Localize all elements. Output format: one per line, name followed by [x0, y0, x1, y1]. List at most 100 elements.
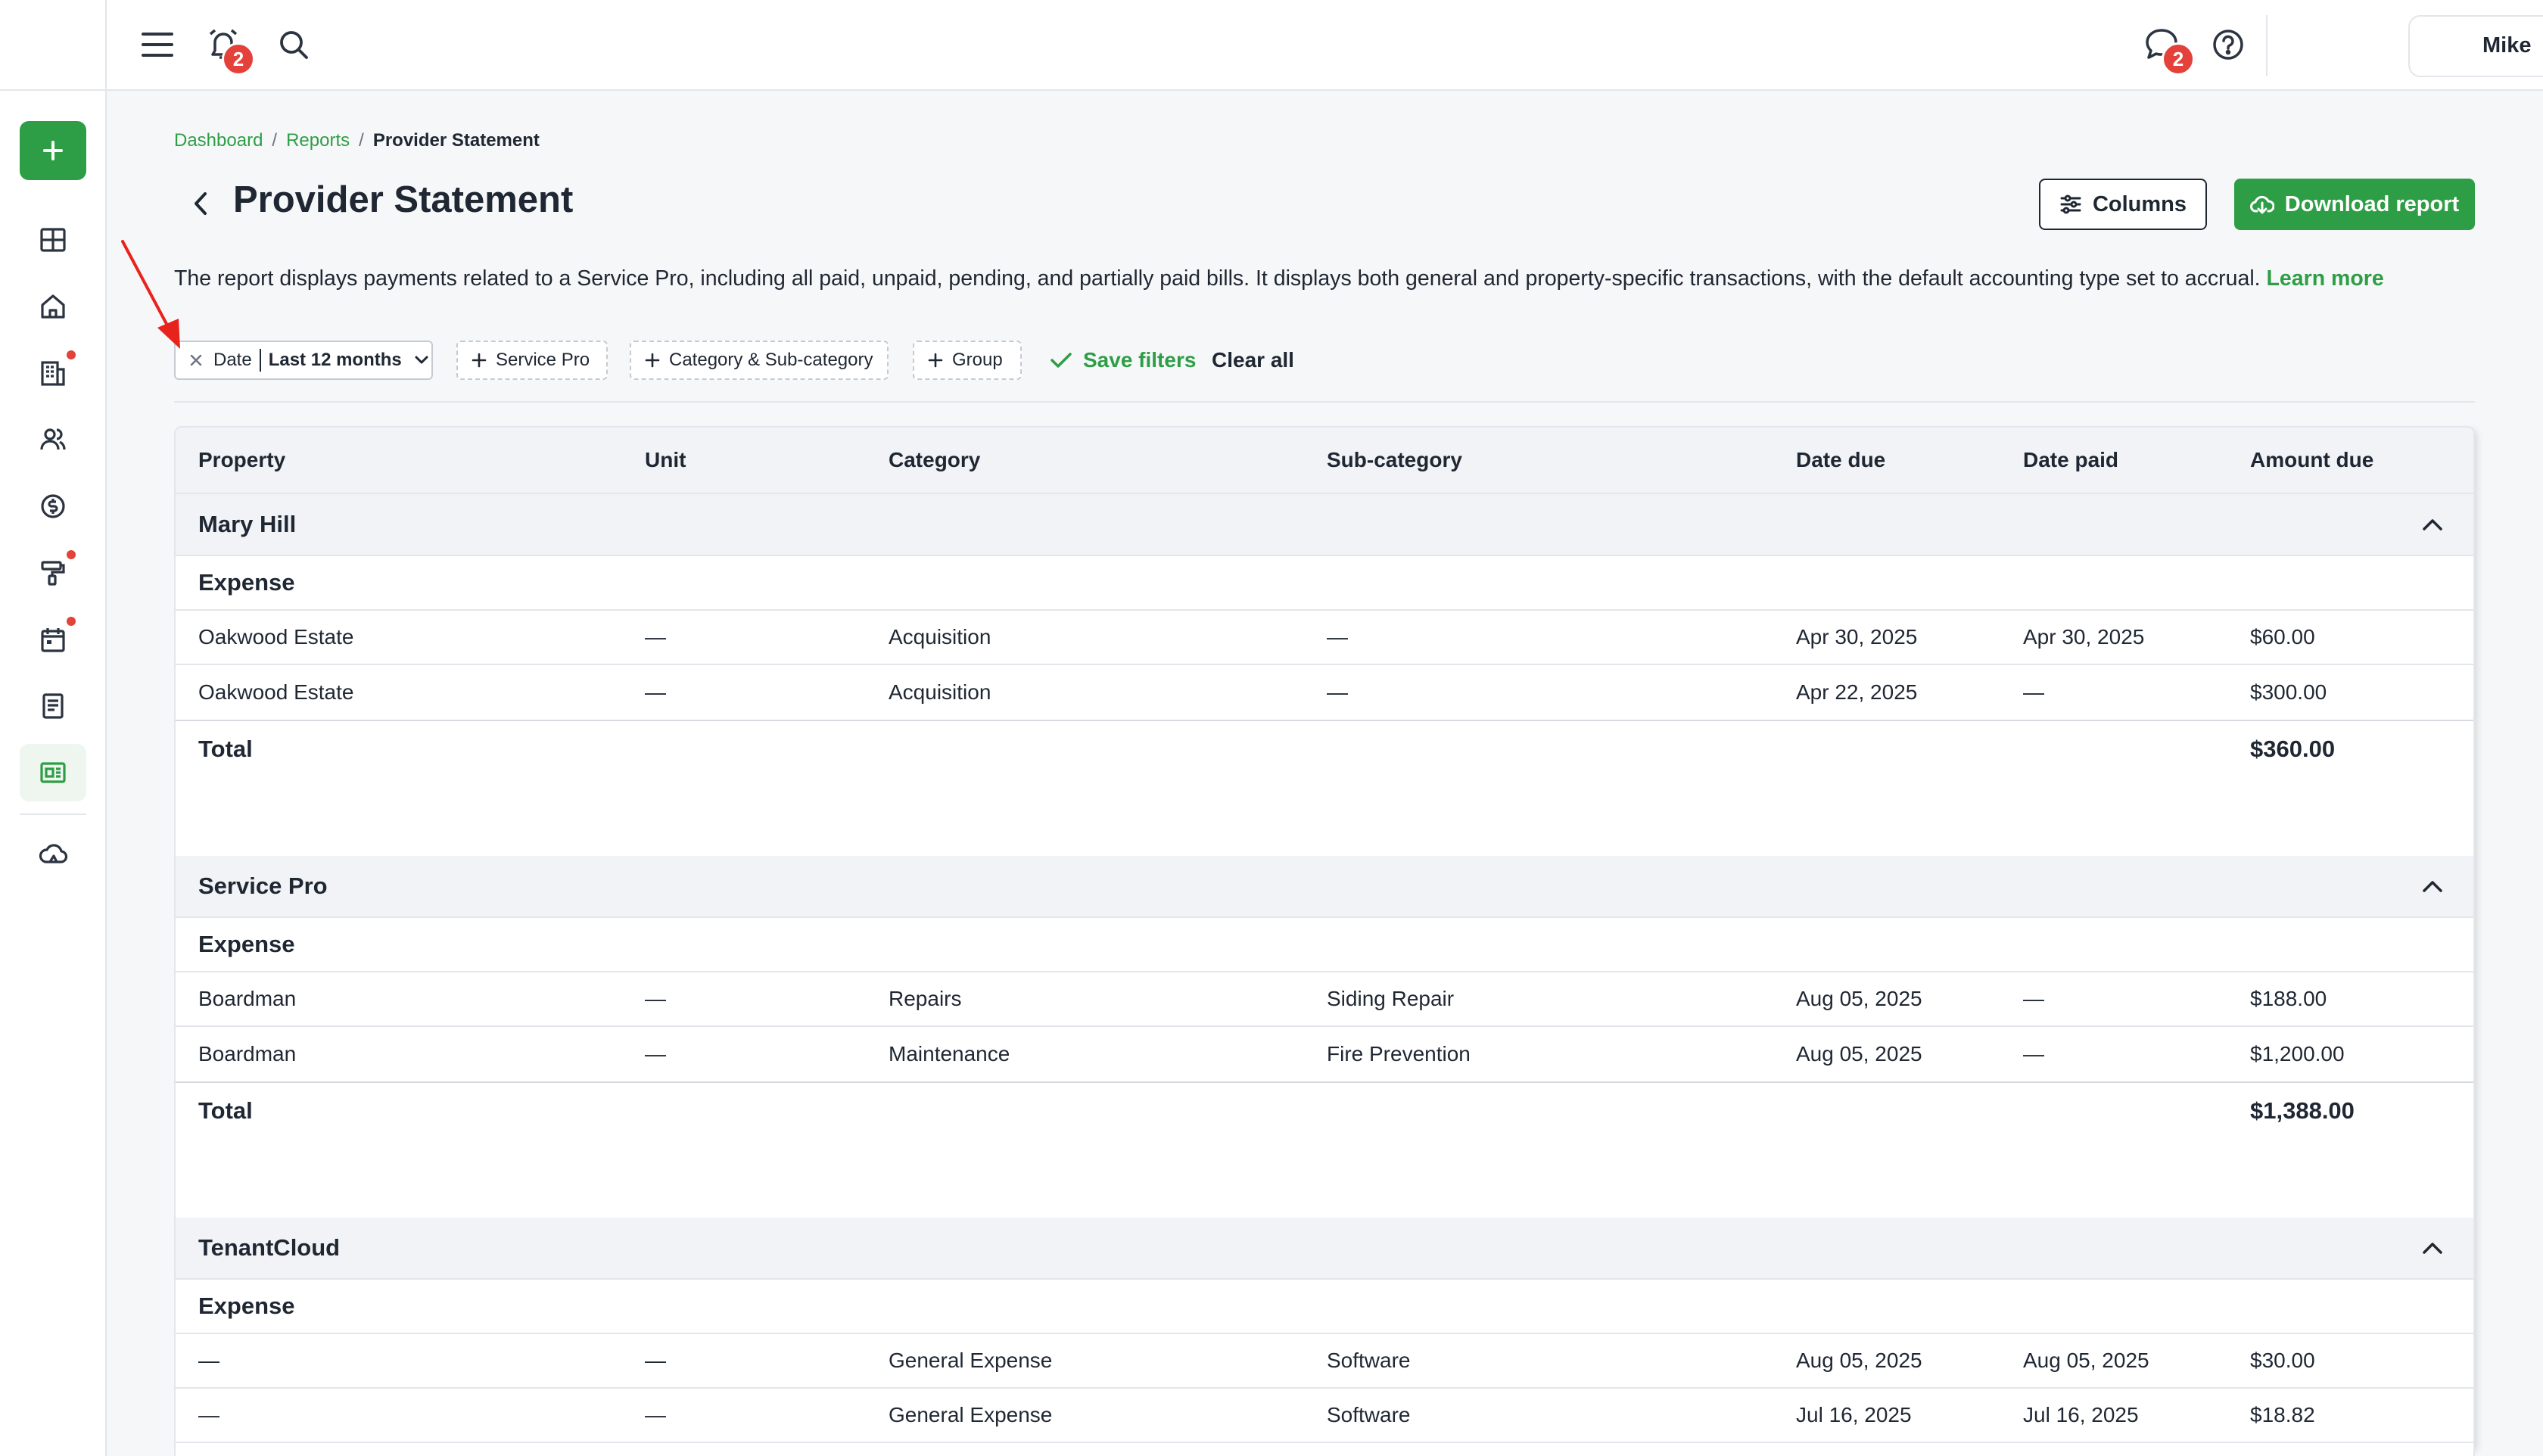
- sidebar-item-calendar[interactable]: [20, 611, 86, 668]
- people-icon: [40, 428, 66, 450]
- cell-category: General Expense: [889, 1403, 1053, 1426]
- cell-amount-due: $188.00: [2250, 987, 2327, 1010]
- cell-date-paid: —: [2023, 1042, 2044, 1066]
- sidebar-item-properties[interactable]: [20, 278, 86, 335]
- table-row[interactable]: Boardman — Repairs Siding Repair Aug 05,…: [176, 972, 2473, 1027]
- cell-date-due: Apr 22, 2025: [1796, 680, 1918, 704]
- filter-chip-label: Service Pro: [496, 350, 590, 370]
- chat-badge: 2: [2162, 42, 2195, 76]
- clear-all-button[interactable]: Clear all: [1212, 344, 1294, 377]
- alarm-badge: 2: [222, 42, 255, 76]
- column-header-category[interactable]: Category: [889, 428, 980, 493]
- breadcrumb-dashboard[interactable]: Dashboard: [174, 130, 263, 151]
- breadcrumb-separator: /: [359, 130, 364, 151]
- breadcrumb-reports[interactable]: Reports: [286, 130, 350, 151]
- save-filters-button[interactable]: Save filters: [1050, 344, 1196, 377]
- cell-date-due: Apr 30, 2025: [1796, 625, 1918, 649]
- sidebar-divider-top: [0, 89, 107, 91]
- dashboard-grid-icon: [40, 228, 66, 252]
- total-amount: $1,388.00: [2250, 1097, 2355, 1124]
- section-label: Expense: [198, 931, 295, 957]
- sidebar-item-maintenance[interactable]: [20, 544, 86, 602]
- cell-date-due: Aug 05, 2025: [1796, 1042, 1922, 1066]
- cell-amount-due: $1,200.00: [2250, 1042, 2345, 1066]
- chevron-down-icon: [415, 356, 428, 364]
- chat-button[interactable]: 2: [2142, 24, 2195, 76]
- sidebar-item-reports[interactable]: [20, 744, 86, 801]
- column-header-unit[interactable]: Unit: [645, 428, 686, 493]
- cell-amount-due: $300.00: [2250, 680, 2327, 704]
- search-button[interactable]: [275, 26, 313, 64]
- sidebar-item-documents[interactable]: [20, 677, 86, 735]
- home-icon: [41, 294, 65, 319]
- filter-chip-label: Group: [952, 350, 1003, 370]
- add-service-pro-filter[interactable]: Service Pro: [456, 341, 608, 380]
- help-circle-icon: [2213, 30, 2243, 60]
- add-group-filter[interactable]: Group: [913, 341, 1022, 380]
- chevron-up-icon: [2423, 1243, 2442, 1254]
- cell-property: Boardman: [198, 987, 297, 1010]
- columns-button[interactable]: Columns: [2039, 179, 2207, 230]
- sidebar-item-people[interactable]: [20, 411, 86, 468]
- group-header[interactable]: TenantCloud: [176, 1218, 2473, 1280]
- section-row: Expense: [176, 556, 2473, 611]
- sliders-icon: [2060, 194, 2081, 214]
- cell-unit: —: [645, 680, 666, 704]
- column-header-sub-category[interactable]: Sub-category: [1327, 428, 1462, 493]
- column-header-property[interactable]: Property: [198, 428, 285, 493]
- close-icon[interactable]: [189, 353, 203, 367]
- add-new-button[interactable]: [20, 121, 86, 180]
- report-table: Property Unit Category Sub-category Date…: [174, 426, 2475, 1456]
- alarm-button[interactable]: 2: [204, 24, 255, 76]
- cell-property: —: [198, 1403, 219, 1426]
- chevron-up-icon: [2423, 881, 2442, 892]
- page-title: Provider Statement: [233, 179, 574, 220]
- total-amount: $360.00: [2250, 736, 2336, 762]
- group-name: Service Pro: [198, 873, 328, 899]
- cell-unit: —: [645, 1403, 666, 1426]
- sidebar-item-leases[interactable]: [20, 344, 86, 402]
- cell-sub-category: Siding Repair: [1327, 987, 1455, 1010]
- hamburger-menu-icon: [142, 33, 173, 57]
- group-header[interactable]: Service Pro: [176, 856, 2473, 918]
- table-row[interactable]: Oakwood Estate — Acquisition — Apr 22, 2…: [176, 665, 2473, 720]
- building-icon: [41, 361, 65, 386]
- column-header-amount-due[interactable]: Amount due: [2250, 428, 2373, 493]
- checkmark-icon: [1051, 353, 1072, 368]
- table-row[interactable]: — — General Expense Software Aug 05, 202…: [176, 1334, 2473, 1389]
- sidebar-item-accounting[interactable]: [20, 478, 86, 535]
- column-header-date-paid[interactable]: Date paid: [2023, 428, 2118, 493]
- column-header-date-due[interactable]: Date due: [1796, 428, 1885, 493]
- sidebar-item-dashboard[interactable]: [20, 211, 86, 269]
- cell-date-due: Aug 05, 2025: [1796, 987, 1922, 1010]
- user-menu[interactable]: Mike: [2408, 15, 2543, 77]
- dollar-circle-icon: [41, 494, 65, 518]
- cell-date-paid: Aug 05, 2025: [2023, 1349, 2149, 1372]
- help-button[interactable]: [2209, 26, 2247, 64]
- cell-date-paid: Jul 16, 2025: [2023, 1403, 2139, 1426]
- cell-category: Maintenance: [889, 1042, 1010, 1066]
- learn-more-link[interactable]: Learn more: [2267, 266, 2384, 291]
- cell-unit: —: [645, 987, 666, 1010]
- menu-button[interactable]: [139, 26, 176, 64]
- filters-divider: [174, 401, 2475, 403]
- add-category-filter[interactable]: Category & Sub-category: [630, 341, 889, 380]
- group-name: TenantCloud: [198, 1234, 341, 1261]
- collapse-group-button[interactable]: [2422, 856, 2443, 916]
- group-header[interactable]: Mary Hill: [176, 494, 2473, 556]
- download-report-button[interactable]: Download report: [2234, 179, 2475, 230]
- sidebar-item-cloud[interactable]: [20, 825, 86, 882]
- collapse-group-button[interactable]: [2422, 1218, 2443, 1278]
- date-filter[interactable]: Date Last 12 months: [174, 341, 433, 380]
- cell-sub-category: —: [1327, 680, 1348, 704]
- back-button[interactable]: [188, 186, 213, 221]
- report-icon: [40, 762, 66, 783]
- collapse-group-button[interactable]: [2422, 494, 2443, 555]
- table-row[interactable]: — — General Expense Software Jul 16, 202…: [176, 1389, 2473, 1443]
- cell-date-due: Aug 05, 2025: [1796, 1349, 1922, 1372]
- breadcrumb-separator: /: [272, 130, 278, 151]
- table-row[interactable]: Oakwood Estate — Acquisition — Apr 30, 2…: [176, 611, 2473, 665]
- table-row[interactable]: Boardman — Maintenance Fire Prevention A…: [176, 1027, 2473, 1081]
- cell-property: Oakwood Estate: [198, 680, 354, 704]
- plus-icon: [43, 141, 63, 160]
